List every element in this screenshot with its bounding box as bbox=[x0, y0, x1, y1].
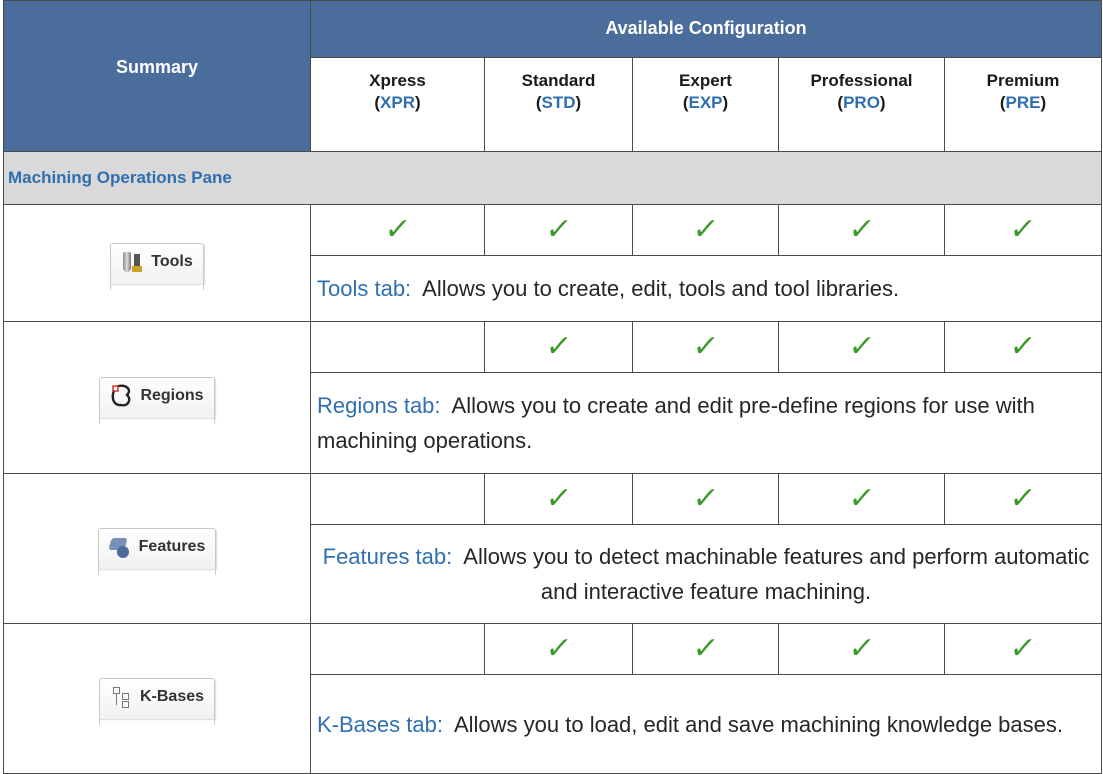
check-cell: ✓ bbox=[632, 623, 779, 675]
check-cell: ✓ bbox=[943, 473, 1103, 525]
description-text: Allows you to load, edit and save machin… bbox=[442, 711, 1064, 737]
regions-icon bbox=[110, 384, 134, 408]
kbases-description: K-Bases tab: Allows you to load, edit an… bbox=[309, 674, 1103, 774]
kbases-tab-button[interactable]: K-Bases bbox=[98, 678, 216, 725]
check-cell: ✓ bbox=[778, 623, 945, 675]
config-header-expert: Expert (EXP) bbox=[632, 56, 779, 153]
check-icon: ✓ bbox=[543, 213, 574, 246]
check-icon: ✓ bbox=[690, 213, 721, 246]
check-icon: ✓ bbox=[846, 482, 877, 515]
features-tab-button[interactable]: Features bbox=[97, 528, 217, 575]
check-cell: ✓ bbox=[778, 321, 945, 373]
description-tab-name: Features tab: bbox=[322, 544, 453, 569]
config-name: Professional bbox=[810, 70, 913, 90]
config-header-standard: Standard (STD) bbox=[484, 56, 633, 153]
check-cell: ✓ bbox=[778, 473, 945, 525]
check-cell: ✓ bbox=[484, 473, 633, 525]
regions-tab-cell: Regions bbox=[3, 321, 311, 474]
check-icon: ✓ bbox=[1008, 632, 1038, 665]
check-cell: ✓ bbox=[310, 204, 485, 256]
check-icon: ✓ bbox=[1008, 330, 1038, 363]
config-code: STD bbox=[541, 92, 576, 112]
check-icon: ✓ bbox=[846, 632, 877, 665]
check-cell: ✓ bbox=[484, 321, 633, 373]
tab-label: Features bbox=[138, 538, 206, 555]
check-cell: ✓ bbox=[778, 204, 945, 256]
check-icon: ✓ bbox=[543, 632, 574, 665]
config-code: PRE bbox=[1005, 92, 1041, 112]
config-name: Xpress bbox=[369, 70, 426, 90]
config-code: PRO bbox=[843, 92, 880, 112]
regions-tab-button[interactable]: Regions bbox=[99, 377, 215, 424]
config-name: Expert bbox=[679, 70, 732, 90]
check-cell: ✓ bbox=[632, 473, 779, 525]
tab-label: Tools bbox=[151, 252, 193, 270]
config-header-xpress: Xpress (XPR) bbox=[310, 56, 485, 153]
check-cell: ✓ bbox=[632, 204, 779, 256]
available-configuration-header: Available Configuration bbox=[309, 0, 1103, 58]
check-icon: ✓ bbox=[543, 330, 574, 363]
check-cell: ✓ bbox=[484, 623, 633, 675]
check-cell: ✓ bbox=[943, 321, 1103, 373]
check-icon: ✓ bbox=[543, 482, 574, 515]
check-icon: ✓ bbox=[846, 213, 877, 246]
check-icon: ✓ bbox=[1008, 213, 1038, 246]
kbases-tab-cell: K-Bases bbox=[3, 623, 311, 774]
configuration-table: Summary Available Configuration Xpress (X… bbox=[2, 0, 1103, 774]
description-tab-name: Regions tab: bbox=[317, 393, 441, 418]
features-description: Features tab: Allows you to detect machi… bbox=[309, 524, 1103, 624]
check-icon: ✓ bbox=[846, 330, 877, 363]
regions-description: Regions tab: Allows you to create and ed… bbox=[309, 372, 1103, 474]
check-cell: ✓ bbox=[484, 204, 633, 256]
config-header-professional: Professional (PRO) bbox=[778, 56, 945, 153]
check-cell: ✓ bbox=[943, 623, 1103, 675]
check-cell: ✓ bbox=[632, 321, 779, 373]
section-title-label: Machining Operations Pane bbox=[8, 168, 232, 187]
tools-icon bbox=[121, 250, 145, 274]
kbases-icon bbox=[110, 685, 134, 709]
config-code: EXP bbox=[688, 92, 723, 112]
check-icon: ✓ bbox=[690, 632, 721, 665]
tools-description: Tools tab: Allows you to create, edit, t… bbox=[309, 255, 1103, 322]
config-header-premium: Premium (PRE) bbox=[943, 56, 1103, 153]
tools-tab-cell: Tools bbox=[3, 204, 311, 322]
tab-label: Regions bbox=[140, 387, 204, 404]
check-icon: ✓ bbox=[690, 330, 721, 363]
features-icon bbox=[108, 535, 133, 559]
check-icon: ✓ bbox=[382, 213, 413, 246]
description-text: Allows you to create, edit, tools and to… bbox=[411, 276, 900, 301]
check-icon: ✓ bbox=[690, 482, 721, 515]
features-tab-cell: Features bbox=[3, 473, 311, 624]
summary-label: Summary bbox=[115, 56, 199, 77]
available-configuration-label: Available Configuration bbox=[605, 18, 807, 39]
description-text: Allows you to detect machinable features… bbox=[452, 544, 1096, 604]
check-cell-empty bbox=[310, 623, 485, 675]
summary-header: Summary bbox=[3, 0, 311, 152]
check-cell-empty bbox=[310, 321, 485, 373]
config-name: Premium bbox=[986, 70, 1060, 90]
check-cell: ✓ bbox=[943, 204, 1103, 256]
tools-tab-button[interactable]: Tools bbox=[110, 242, 205, 290]
check-cell-empty bbox=[310, 473, 485, 525]
config-name: Standard bbox=[521, 70, 596, 90]
section-title: Machining Operations Pane bbox=[2, 151, 1103, 205]
description-tab-name: K-Bases tab: bbox=[317, 711, 443, 737]
check-icon: ✓ bbox=[1008, 482, 1038, 515]
description-tab-name: Tools tab: bbox=[317, 276, 412, 301]
tab-label: K-Bases bbox=[139, 688, 205, 705]
config-code: XPR bbox=[380, 92, 415, 112]
